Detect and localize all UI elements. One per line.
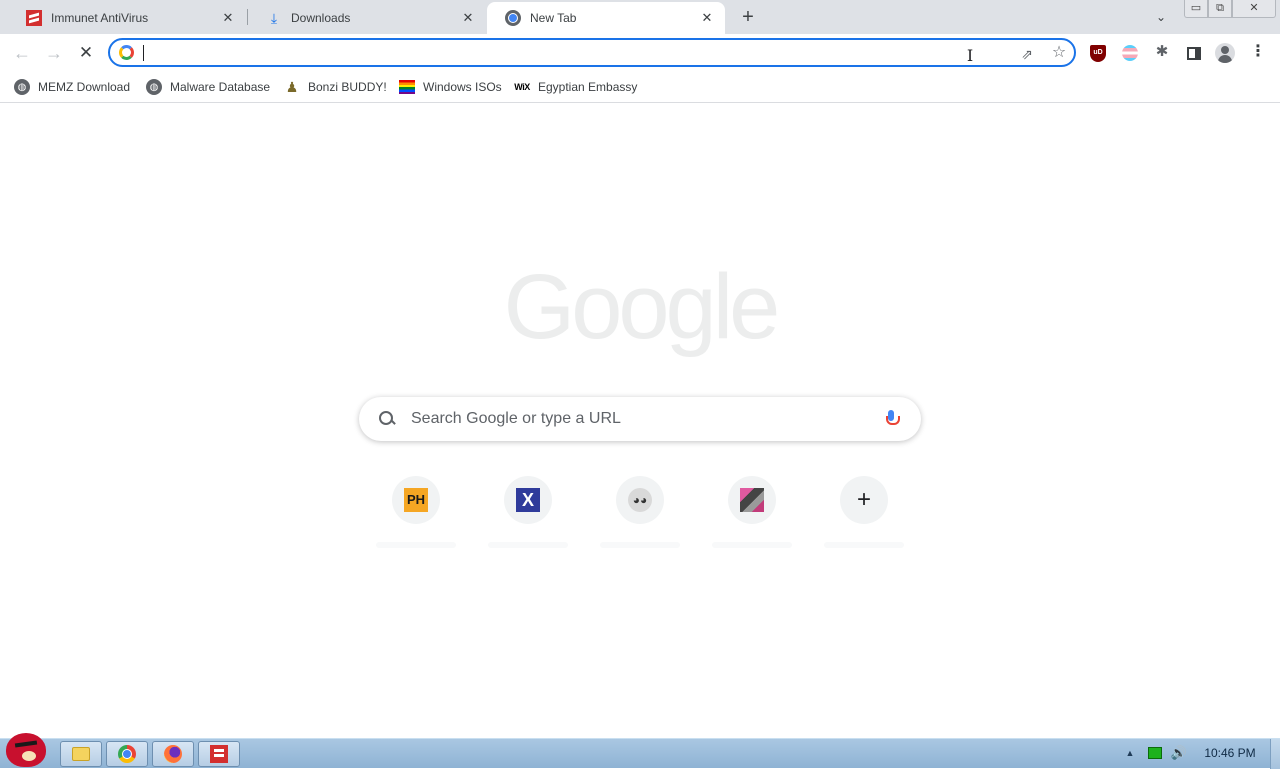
bookmark-bonzi-buddy[interactable]: ♟ Bonzi BUDDY! [284,75,387,99]
flag-badge [1122,45,1138,62]
bonzi-icon: ♟ [285,78,299,95]
bookmark-label: Bonzi BUDDY! [308,80,387,94]
immunet-icon [26,10,42,26]
menu-icon[interactable]: ⋮ [1248,42,1268,62]
back-button[interactable]: ← [9,40,35,66]
tab-downloads[interactable]: ⤓ Downloads ✕ [248,2,486,34]
ntp-search-placeholder: Search Google or type a URL [411,410,621,427]
shortcut-icon-circle [728,476,776,524]
bookmarks-bar: ◍ MEMZ Download ◍ Malware Database ♟ Bon… [0,71,1280,103]
tab-strip: Immunet AntiVirus ✕ ⤓ Downloads ✕ New Ta… [0,0,1280,34]
profile-icon[interactable] [1215,42,1235,64]
folder-icon [72,747,90,761]
ntp-search-box[interactable]: Search Google or type a URL [359,397,921,441]
side-panel-glyph [1187,46,1201,60]
forward-button[interactable]: → [41,40,67,66]
network-icon[interactable] [1148,747,1162,759]
google-g-icon [119,45,134,60]
share-icon[interactable]: ⇗ [1018,45,1036,63]
add-shortcut-button[interactable]: + [808,474,920,554]
volume-icon[interactable]: 🔊 [1170,745,1188,761]
shortcut-icon-circle: ◕◕ [616,476,664,524]
tab-immunet-antivirus[interactable]: Immunet AntiVirus ✕ [8,2,246,34]
shortcut-icon-circle: X [504,476,552,524]
start-button[interactable] [2,731,50,769]
close-window-button[interactable]: ✕ [1232,0,1276,18]
bookmark-star-icon[interactable]: ☆ [1050,44,1068,62]
search-icon [377,409,397,429]
taskbar-firefox[interactable] [152,741,194,767]
chrome-icon [118,745,136,763]
shortcut-label [488,542,568,548]
stop-loading-button[interactable]: ✕ [73,40,99,66]
angry-bird-icon [6,733,46,767]
bookmark-label: MEMZ Download [38,80,131,94]
ph-icon: PH [404,488,428,512]
taskbar-immunet[interactable] [198,741,240,767]
picture-icon [740,488,764,512]
new-tab-button[interactable]: + [736,6,760,30]
bookmark-egyptian-embassy[interactable]: WiX Egyptian Embassy [514,75,637,99]
show-hidden-icons-arrow[interactable]: ▲ [1124,747,1136,759]
tab-title: Immunet AntiVirus [51,11,149,25]
text-caret [143,45,144,61]
raccoon-icon: ◕◕ [628,488,652,512]
firefox-icon [164,745,182,763]
bookmark-label: Malware Database [170,80,271,94]
globe-icon: ◍ [146,79,162,95]
browser-toolbar: ← → ✕ ⇗ ☆ uD ✱ ⋮ [0,34,1280,71]
avatar [1215,43,1235,64]
bookmark-windows-isos[interactable]: Windows ISOs [399,75,502,99]
shortcut-tile[interactable]: X [472,474,584,554]
bookmark-memz-download[interactable]: ◍ MEMZ Download [14,75,130,99]
microphone-icon[interactable] [885,409,900,429]
address-bar[interactable]: ⇗ ☆ [108,38,1076,67]
taskbar-google-chrome[interactable] [106,741,148,767]
tab-close-icon[interactable]: ✕ [460,10,476,26]
shortcut-tile[interactable] [696,474,808,554]
tab-title: Downloads [291,11,351,25]
shortcut-label [600,542,680,548]
xv-icon: X [516,488,540,512]
download-icon: ⤓ [270,10,278,26]
shortcut-tile[interactable]: PH [360,474,472,554]
tab-title: New Tab [530,11,577,25]
shortcut-icon-circle: PH [392,476,440,524]
bookmark-label: Windows ISOs [423,80,502,94]
immunet-icon [210,745,228,763]
google-logo: Google [503,256,781,358]
show-desktop-button[interactable] [1270,739,1280,769]
shortcut-label [712,542,792,548]
bookmark-label: Egyptian Embassy [538,80,638,94]
tab-search-button[interactable]: ⌄ [1150,7,1172,27]
text-cursor-icon: I [966,46,974,65]
wix-icon: WiX [514,82,530,92]
shortcut-label [376,542,456,548]
chrome-icon [505,10,521,26]
shortcut-tile[interactable]: ◕◕ [584,474,696,554]
flag-extension-icon[interactable] [1120,42,1140,62]
shortcut-label [824,542,904,548]
add-shortcut-icon: + [856,486,871,513]
globe-icon: ◍ [14,79,30,95]
taskbar: ▲ 🔊 10:46 PM [0,733,1280,769]
restore-button[interactable]: ⧉ [1208,0,1232,18]
rainbow-flag-icon [399,80,415,94]
ublock-icon[interactable]: uD [1088,42,1108,62]
extensions-icon[interactable]: ✱ [1152,42,1172,62]
shortcut-icon-circle: + [840,476,888,524]
taskbar-clock[interactable]: 10:46 PM [1196,746,1264,760]
tab-new-tab[interactable]: New Tab ✕ [487,2,725,34]
tab-close-icon[interactable]: ✕ [699,10,715,26]
side-panel-icon[interactable] [1184,42,1204,62]
bookmark-malware-database[interactable]: ◍ Malware Database [146,75,270,99]
taskbar-file-explorer[interactable] [60,741,102,767]
minimize-button[interactable]: ▭ [1184,0,1208,18]
tab-close-icon[interactable]: ✕ [220,10,236,26]
ublock-shield: uD [1090,44,1106,62]
address-input[interactable] [142,43,962,63]
